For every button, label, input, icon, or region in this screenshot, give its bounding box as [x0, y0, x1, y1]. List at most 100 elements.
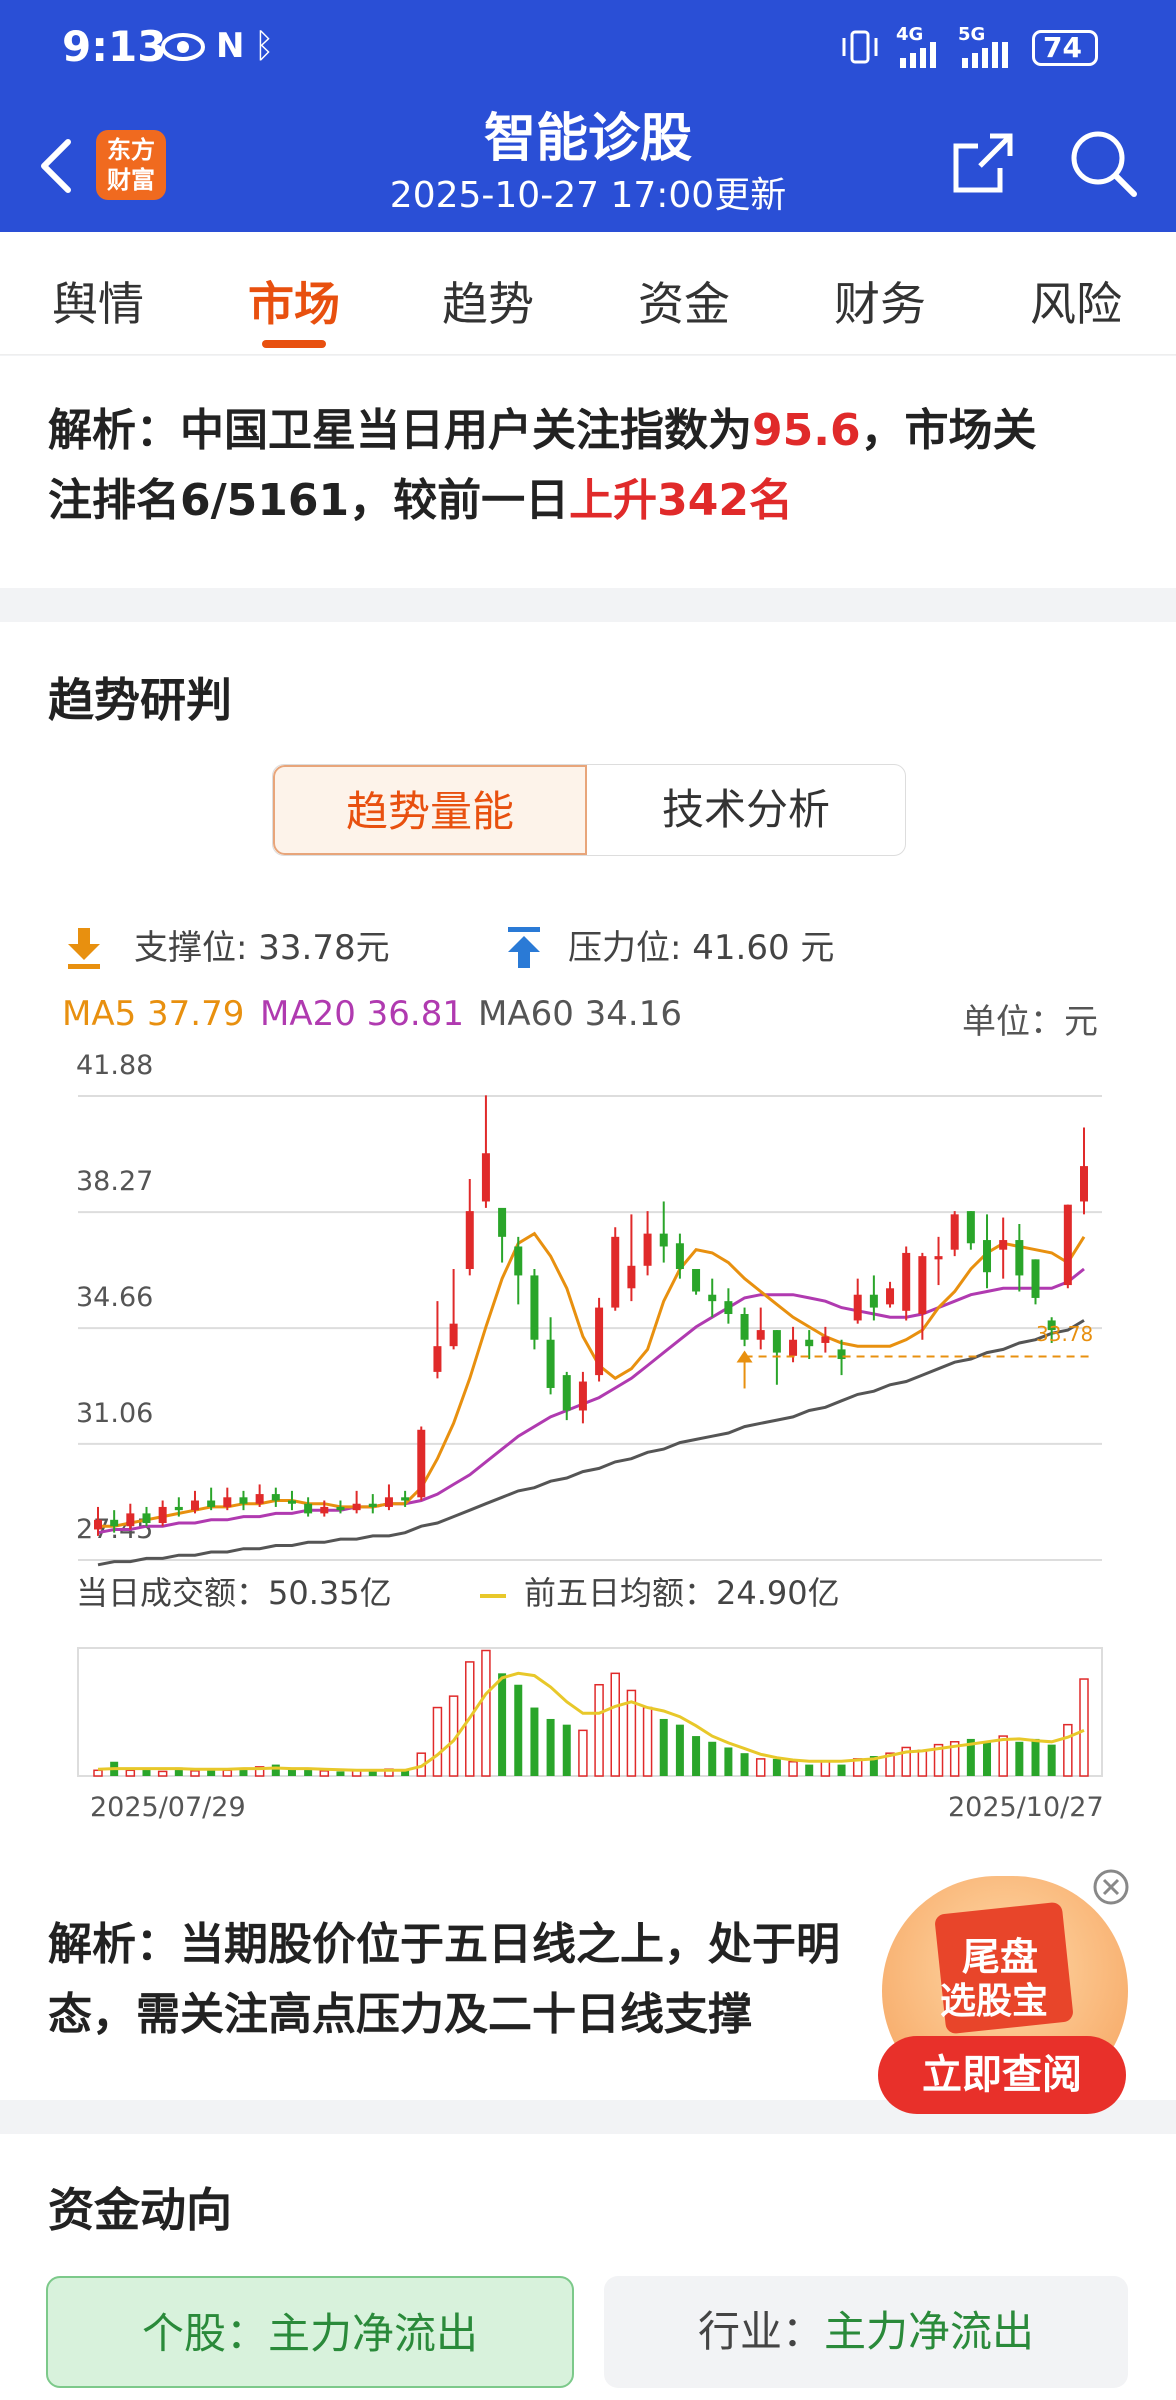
candle-body: [756, 1330, 765, 1340]
status-time: 9:13: [62, 22, 167, 71]
volume-bar: [93, 1769, 103, 1777]
close-icon[interactable]: [1092, 1868, 1130, 1906]
volume-bar: [983, 1741, 992, 1776]
volume-bar: [1031, 1738, 1040, 1776]
stock-fund-flow-button[interactable]: 个股：主力净流出: [46, 2276, 574, 2388]
volume-bar: [481, 1649, 491, 1777]
attention-analysis-line1: 解析：中国卫星当日用户关注指数为95.6，市场关: [48, 394, 1037, 458]
volume-bar: [1047, 1744, 1056, 1776]
date-start: 2025/07/29: [90, 1792, 246, 1823]
candle-body: [578, 1381, 587, 1411]
volume-bar: [562, 1724, 571, 1776]
candle-body: [207, 1500, 216, 1507]
candle-body: [465, 1211, 474, 1269]
daily-turnover: 当日成交额：50.35亿: [76, 1574, 392, 1612]
volume-bar: [708, 1741, 717, 1776]
candle-body: [126, 1513, 135, 1527]
app-bar: 东方 财富 智能诊股 2025-10-27 17:00更新: [0, 96, 1176, 232]
promo-line2: 选股宝: [940, 1981, 1049, 2022]
tab-trend[interactable]: 趋势: [442, 268, 534, 334]
volume-bar: [805, 1764, 814, 1776]
candle-body: [886, 1288, 895, 1305]
volume-bar: [610, 1672, 620, 1777]
tab-finance[interactable]: 财务: [834, 268, 926, 334]
candle-body: [966, 1211, 975, 1244]
volume-bar: [740, 1753, 749, 1776]
date-end: 2025/10/27: [948, 1792, 1104, 1823]
volume-bar: [222, 1769, 233, 1777]
candle-body: [110, 1519, 119, 1527]
volume-bar: [319, 1770, 330, 1777]
candle-body: [983, 1240, 992, 1273]
candle-body: [142, 1513, 151, 1524]
candle-body: [271, 1494, 280, 1501]
battery-icon: 74: [1032, 30, 1098, 66]
fund-flow-card: 资金动向 个股：主力净流出 行业：主力净流出: [0, 2134, 1176, 2400]
analysis-mid: ，市场关: [860, 405, 1037, 456]
candle-body: [174, 1506, 183, 1511]
candle-body: [772, 1330, 781, 1353]
volume-bar: [659, 1718, 668, 1776]
candle-body: [740, 1314, 749, 1340]
candle-body: [805, 1339, 814, 1347]
promo-floating-badge[interactable]: 尾盘 选股宝 立即查阅: [878, 1868, 1130, 2118]
candle-body: [481, 1153, 490, 1202]
candle-body: [999, 1240, 1008, 1250]
volume-bar: [755, 1758, 766, 1777]
tab-market[interactable]: 市场: [248, 268, 340, 334]
search-icon[interactable]: [1068, 128, 1138, 198]
candle-body: [643, 1233, 652, 1266]
industry-fund-value: 主力净流出: [824, 2307, 1035, 2356]
volume-bar: [432, 1706, 443, 1777]
candle-body: [304, 1503, 313, 1514]
volume-bar: [820, 1760, 831, 1777]
candle-body: [611, 1236, 620, 1308]
candle-body: [821, 1336, 830, 1343]
candle-body: [789, 1339, 798, 1356]
industry-label: 行业：: [697, 2307, 824, 2356]
candle-body: [514, 1246, 523, 1276]
volume-bar: [336, 1771, 345, 1776]
candle-body: [692, 1268, 701, 1292]
avg-volume-legend-swatch: [480, 1594, 506, 1598]
bluetooth-icon: ᛒ: [254, 26, 275, 66]
candle-body: [934, 1256, 943, 1260]
volume-bar: [190, 1770, 200, 1777]
industry-fund-flow-button[interactable]: 行业：主力净流出: [604, 2276, 1128, 2388]
tab-funds[interactable]: 资金: [638, 268, 730, 334]
volume-bar: [125, 1769, 136, 1777]
candle-body: [837, 1349, 846, 1360]
volume-bar: [1079, 1678, 1089, 1777]
volume-bar: [837, 1764, 846, 1776]
support-marker-label: 33.78: [1036, 1322, 1094, 1346]
volume-bar: [724, 1747, 733, 1776]
battery-level: 74: [1043, 31, 1082, 64]
stock-fund-value: 主力净流出: [268, 2309, 479, 2358]
tab-risk[interactable]: 风险: [1030, 268, 1122, 334]
analysis-rank: 注排名6/5161，较前一日: [48, 475, 570, 526]
candle-body: [918, 1256, 927, 1315]
candle-body: [902, 1252, 911, 1311]
tab-bar: 舆情 市场 趋势 资金 财务 风险: [0, 232, 1176, 355]
candle-body: [1031, 1259, 1040, 1298]
promo-view-button[interactable]: 立即查阅: [878, 2036, 1126, 2114]
candle-body: [546, 1339, 555, 1388]
share-icon[interactable]: [950, 130, 1016, 196]
candle-body: [158, 1506, 167, 1524]
volume-bar: [514, 1684, 523, 1776]
candle-body: [417, 1429, 426, 1498]
candle-body: [627, 1265, 636, 1289]
volume-bar: [692, 1736, 701, 1776]
candle-body: [190, 1500, 199, 1511]
eye-icon: [161, 33, 205, 61]
volume-bar: [530, 1707, 539, 1776]
signal-icon: [900, 42, 936, 68]
tab-sentiment[interactable]: 舆情: [52, 268, 144, 334]
volume-bar: [788, 1760, 798, 1777]
candle-body: [368, 1503, 377, 1507]
candle-body: [255, 1494, 264, 1504]
candle-body: [530, 1275, 539, 1340]
candle-body: [659, 1233, 668, 1247]
attention-index-value: 95.6: [752, 405, 861, 456]
candle-body: [320, 1506, 329, 1514]
